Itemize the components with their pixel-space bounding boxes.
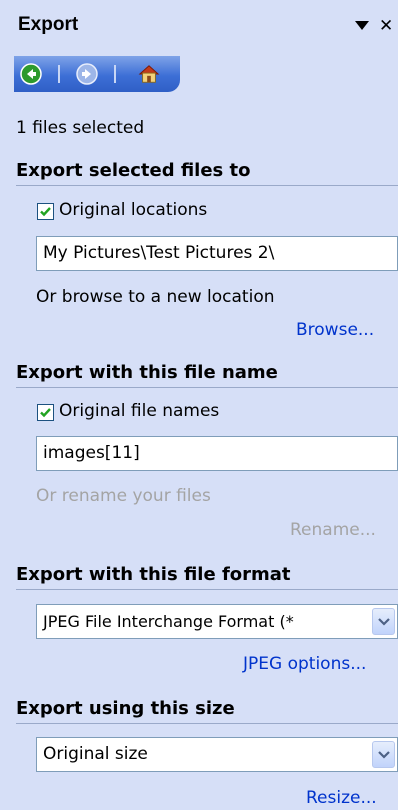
export-task-pane: Export ✕ 1 files selected Export selecte…: [0, 0, 398, 810]
chevron-down-icon: [377, 617, 390, 626]
rename-link[interactable]: Rename...: [290, 520, 376, 540]
file-name-value: images[11]: [43, 443, 140, 463]
format-section-heading: Export with this file format: [16, 564, 291, 585]
size-dropdown-button[interactable]: [372, 741, 395, 768]
jpeg-options-link[interactable]: JPEG options...: [243, 654, 366, 674]
section-divider: [16, 723, 398, 724]
selection-status: 1 files selected: [16, 118, 145, 138]
section-divider: [16, 589, 398, 590]
size-section-heading: Export using this size: [16, 698, 235, 719]
check-icon: [40, 207, 51, 217]
file-format-dropdown[interactable]: JPEG File Interchange Format (*: [36, 604, 398, 639]
original-locations-label[interactable]: Original locations: [59, 200, 207, 220]
size-value: Original size: [43, 744, 148, 764]
navigation-bar: [14, 56, 180, 92]
location-section-heading: Export selected files to: [16, 160, 251, 181]
file-format-value: JPEG File Interchange Format (*: [43, 612, 294, 631]
browse-link[interactable]: Browse...: [296, 320, 374, 340]
browse-hint: Or browse to a new location: [36, 287, 275, 307]
pane-menu-dropdown-icon[interactable]: [355, 21, 369, 30]
original-file-names-checkbox[interactable]: [37, 404, 54, 421]
section-divider: [16, 387, 398, 388]
export-location-value: My Pictures\Test Pictures 2\: [43, 243, 275, 263]
filename-section-heading: Export with this file name: [16, 362, 278, 383]
format-dropdown-button[interactable]: [372, 608, 395, 635]
check-icon: [40, 408, 51, 418]
rename-hint: Or rename your files: [36, 486, 211, 506]
pane-title: Export: [18, 14, 79, 35]
section-divider: [16, 185, 398, 186]
original-file-names-label[interactable]: Original file names: [59, 401, 219, 421]
chevron-down-icon: [377, 750, 390, 759]
forward-arrow-icon[interactable]: [76, 63, 98, 85]
nav-separator: [114, 65, 116, 83]
export-location-field[interactable]: My Pictures\Test Pictures 2\: [36, 236, 398, 271]
file-name-field[interactable]: images[11]: [36, 436, 398, 471]
nav-separator: [58, 65, 60, 83]
home-icon[interactable]: [138, 63, 160, 85]
export-options: 1 files selected Export selected files t…: [0, 92, 398, 810]
size-dropdown[interactable]: Original size: [36, 737, 398, 772]
resize-link[interactable]: Resize...: [306, 788, 377, 808]
back-arrow-icon[interactable]: [20, 63, 42, 85]
original-locations-checkbox[interactable]: [37, 203, 54, 220]
close-icon[interactable]: ✕: [379, 16, 393, 36]
pane-title-bar: Export ✕: [0, 0, 398, 56]
